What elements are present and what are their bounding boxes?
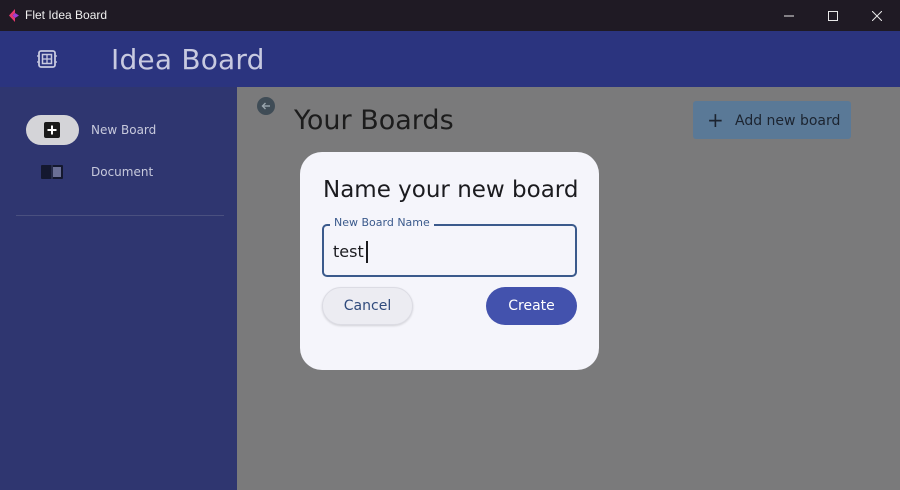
add-new-board-label: Add new board [735, 113, 841, 129]
sidebar-divider [16, 215, 224, 216]
cancel-button[interactable]: Cancel [322, 287, 413, 325]
window-title: Flet Idea Board [25, 8, 108, 22]
add-new-board-button[interactable]: + Add new board [693, 101, 851, 139]
minimize-icon [784, 15, 794, 16]
window-titlebar: Flet Idea Board [0, 0, 900, 31]
navigation-rail: New Board Document [0, 87, 237, 490]
close-window-button[interactable] [854, 0, 900, 31]
app-bar: Idea Board [0, 31, 900, 87]
add-box-icon [44, 122, 60, 138]
plus-icon: + [707, 108, 724, 132]
board-name-field[interactable]: New Board Name [322, 216, 577, 277]
create-button[interactable]: Create [486, 287, 577, 325]
new-board-dialog: Name your new board New Board Name Cance… [300, 152, 599, 370]
board-icon[interactable] [37, 50, 57, 68]
sidebar-item-new-board[interactable]: New Board [26, 115, 226, 145]
sidebar-item-label: Document [91, 165, 154, 179]
maximize-icon [828, 10, 838, 21]
text-cursor [366, 241, 368, 263]
minimize-button[interactable] [766, 0, 812, 31]
sidebar-item-document[interactable]: Document [26, 157, 226, 187]
close-icon [872, 10, 882, 21]
flet-logo-icon [9, 9, 19, 22]
dialog-title: Name your new board [323, 177, 579, 203]
arrow-left-icon [261, 102, 270, 110]
app-title: Idea Board [111, 43, 265, 76]
book-icon [41, 165, 63, 179]
sidebar-item-label: New Board [91, 123, 157, 137]
back-button[interactable] [257, 97, 275, 115]
maximize-button[interactable] [810, 0, 856, 31]
board-name-label: New Board Name [330, 216, 434, 229]
page-title: Your Boards [294, 105, 454, 136]
